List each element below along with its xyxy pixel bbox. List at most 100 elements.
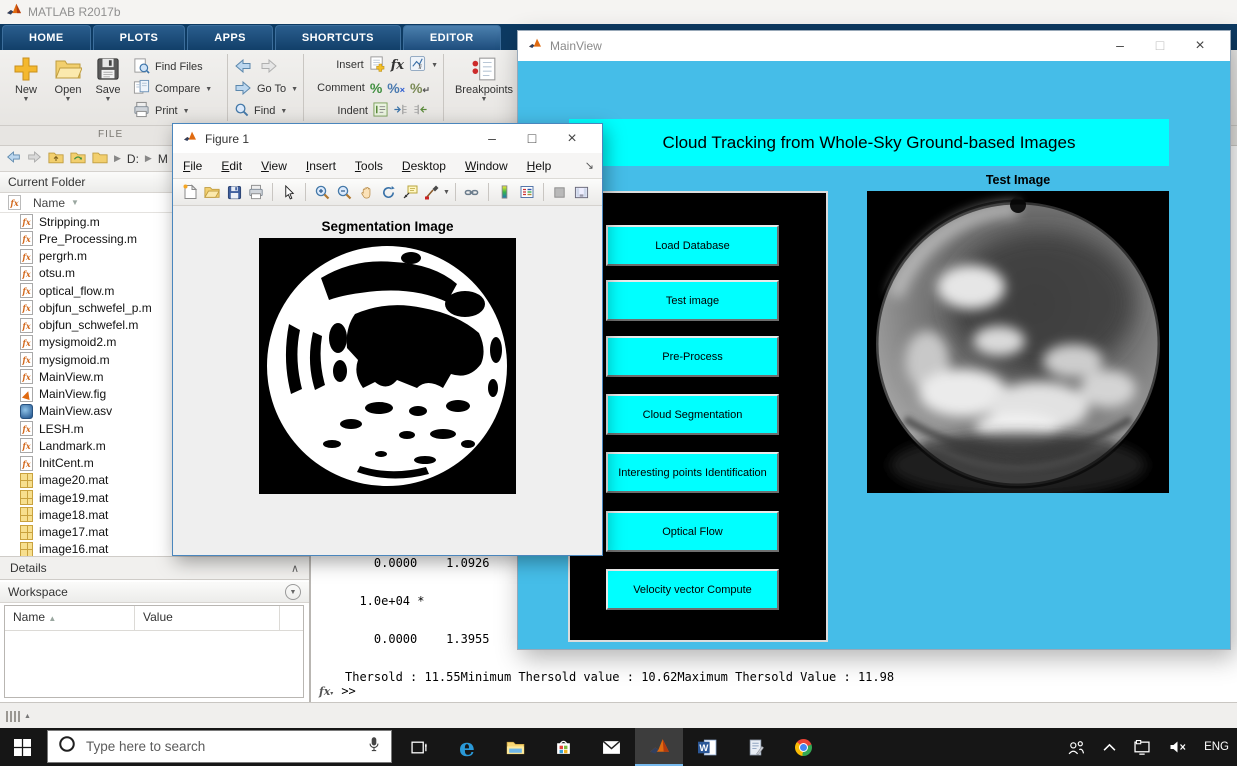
figure-menu-edit[interactable]: Edit — [221, 159, 242, 173]
smart-indent-icon[interactable] — [373, 102, 388, 120]
open-file-icon[interactable] — [201, 181, 223, 203]
comment-icon[interactable]: % — [370, 81, 382, 95]
mainview-button-load-database[interactable]: Load Database — [606, 225, 779, 266]
mainview-button-pre-process[interactable]: Pre-Process — [606, 336, 779, 377]
workspace-header[interactable]: Workspace ▼ — [0, 582, 309, 603]
insert-doc-icon[interactable] — [369, 55, 386, 75]
breakpoints-button[interactable]: Breakpoints▼ — [452, 54, 516, 103]
taskbar-app-file-explorer[interactable] — [491, 728, 539, 766]
new-figure-icon[interactable] — [179, 181, 201, 203]
figure-menu-window[interactable]: Window — [465, 159, 508, 173]
browse-folder-icon[interactable] — [70, 151, 86, 167]
breadcrumb-segment[interactable]: D: — [127, 152, 139, 166]
new-button[interactable]: New▼ — [6, 54, 46, 103]
close-button[interactable]: × — [552, 130, 592, 148]
tab-apps[interactable]: APPS — [187, 25, 273, 50]
dock-grip[interactable]: ▲ — [6, 711, 31, 722]
figure-menu-view[interactable]: View — [261, 159, 287, 173]
tab-editor[interactable]: EDITOR — [403, 25, 501, 50]
fx-insert-icon[interactable]: fx — [391, 58, 404, 73]
tab-home[interactable]: HOME — [2, 25, 91, 50]
figure-menu-insert[interactable]: Insert — [306, 159, 336, 173]
close-button[interactable]: × — [1180, 37, 1220, 55]
taskbar-app-mail[interactable] — [587, 728, 635, 766]
figure-titlebar[interactable]: Figure 1 – □ × — [173, 124, 602, 153]
hide-plot-tools-icon[interactable] — [549, 181, 571, 203]
tab-plots[interactable]: PLOTS — [93, 25, 186, 50]
find-button[interactable]: Find▼ — [234, 100, 287, 122]
figure-menu-tools[interactable]: Tools — [355, 159, 383, 173]
start-button[interactable] — [8, 738, 36, 756]
mainview-button-optical-flow[interactable]: Optical Flow — [606, 511, 779, 552]
taskbar-search[interactable] — [47, 730, 392, 763]
maximize-button[interactable]: □ — [1140, 37, 1180, 55]
language-indicator[interactable]: ENG — [1204, 741, 1229, 753]
mainview-button-test-image[interactable]: Test image — [606, 280, 779, 321]
tab-shortcuts[interactable]: SHORTCUTS — [275, 25, 401, 50]
print-figure-icon[interactable] — [245, 181, 267, 203]
back-icon[interactable] — [6, 151, 21, 166]
tray-people-icon[interactable] — [1066, 740, 1086, 755]
forward-arrow-icon[interactable] — [260, 59, 278, 76]
taskbar-app-task-view[interactable] — [395, 728, 443, 766]
workspace-value-column[interactable]: Value — [135, 606, 280, 630]
breadcrumb-segment[interactable]: M — [158, 152, 168, 166]
compare-button[interactable]: Compare▼ — [133, 78, 212, 100]
dock-figure-icon[interactable]: ↘ — [585, 159, 594, 172]
maximize-button[interactable]: □ — [512, 130, 552, 148]
mainview-button-cloud-segmentation[interactable]: Cloud Segmentation — [606, 394, 779, 435]
open-button[interactable]: Open▼ — [48, 54, 88, 103]
microphone-icon[interactable] — [367, 736, 381, 757]
wrap-comment-icon[interactable]: %↵ — [410, 81, 430, 95]
indent-right-icon[interactable] — [393, 102, 408, 120]
tray-chevron-up-icon[interactable] — [1103, 743, 1116, 752]
data-cursor-icon[interactable] — [399, 181, 421, 203]
edit-plot-cursor-icon[interactable] — [278, 181, 300, 203]
zoom-out-icon[interactable] — [333, 181, 355, 203]
brush-dropdown-icon[interactable]: ▼ — [443, 189, 450, 196]
pan-hand-icon[interactable] — [355, 181, 377, 203]
command-prompt[interactable]: >> — [341, 684, 355, 698]
details-bar[interactable]: Details ∧ — [0, 556, 309, 580]
workspace-table: Name ▲ Value — [4, 605, 304, 698]
search-input[interactable] — [84, 738, 357, 755]
indent-left-icon[interactable] — [413, 102, 428, 120]
show-plot-tools-icon[interactable] — [571, 181, 593, 203]
taskbar-app-edge[interactable]: e — [443, 728, 491, 766]
tray-volume-muted-icon[interactable] — [1168, 740, 1187, 754]
zoom-in-icon[interactable] — [311, 181, 333, 203]
brush-icon[interactable] — [421, 181, 443, 203]
taskbar-app-store[interactable] — [539, 728, 587, 766]
find-files-button[interactable]: Find Files — [133, 56, 203, 78]
insert-colorbar-icon[interactable] — [494, 181, 516, 203]
matlab-titlebar[interactable]: MATLAB R2017b — [0, 0, 1237, 24]
taskbar-app-word[interactable]: W — [683, 728, 731, 766]
taskbar-app-chrome[interactable] — [779, 728, 827, 766]
workspace-name-column[interactable]: Name ▲ — [5, 606, 135, 630]
forward-icon[interactable] — [27, 151, 42, 166]
tray-display-icon[interactable] — [1133, 740, 1151, 755]
taskbar-app-notepad[interactable] — [731, 728, 779, 766]
uncomment-icon[interactable]: %× — [387, 81, 405, 95]
minimize-button[interactable]: – — [472, 130, 512, 148]
figure-menu-help[interactable]: Help — [527, 159, 552, 173]
figure-menu-desktop[interactable]: Desktop — [402, 159, 446, 173]
print-button[interactable]: Print▼ — [133, 100, 190, 122]
insert-legend-icon[interactable] — [516, 181, 538, 203]
save-button[interactable]: Save▼ — [88, 54, 128, 103]
taskbar-app-matlab[interactable] — [635, 728, 683, 766]
collapse-chevron-icon[interactable]: ∧ — [291, 562, 299, 575]
goto-button[interactable]: Go To▼ — [234, 78, 298, 100]
mainview-button-interesting-points-identification[interactable]: Interesting points Identification — [606, 452, 779, 493]
mainview-button-velocity-vector-compute[interactable]: Velocity vector Compute — [606, 569, 779, 610]
rotate-3d-icon[interactable] — [377, 181, 399, 203]
figure-menu-file[interactable]: File — [183, 159, 202, 173]
workspace-menu-icon[interactable]: ▼ — [285, 584, 301, 600]
section-insert-icon[interactable]: fi — [409, 55, 426, 75]
link-plot-icon[interactable] — [461, 181, 483, 203]
mainview-titlebar[interactable]: MainView – □ × — [518, 31, 1230, 61]
back-arrow-icon[interactable] — [234, 59, 252, 76]
minimize-button[interactable]: – — [1100, 37, 1140, 55]
save-figure-icon[interactable] — [223, 181, 245, 203]
up-folder-icon[interactable] — [48, 151, 64, 167]
